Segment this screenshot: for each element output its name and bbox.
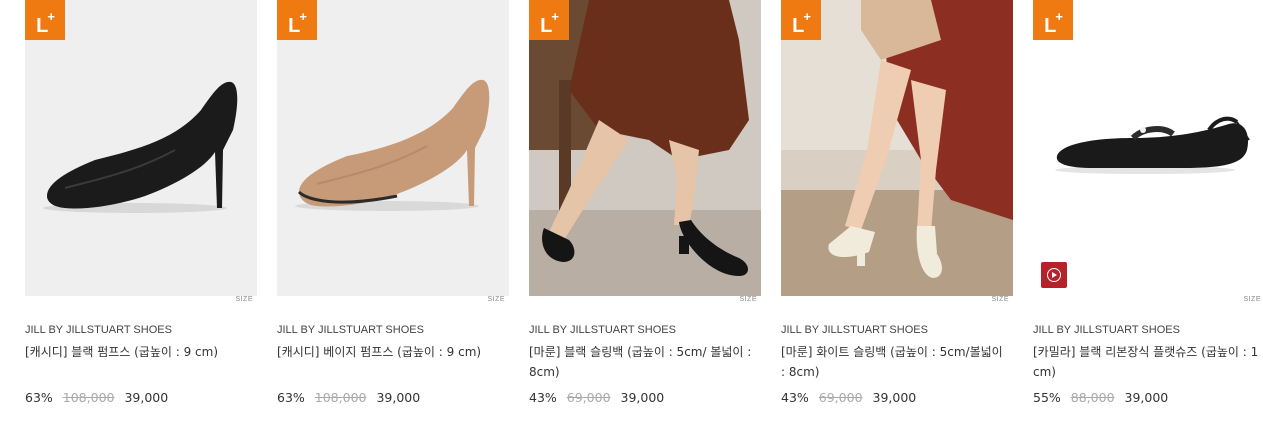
brand-name[interactable]: JILL BY JILLSTUART SHOES bbox=[277, 322, 509, 338]
white-slingback-model-image bbox=[781, 0, 1013, 296]
product-thumbnail[interactable]: L+ bbox=[277, 0, 509, 296]
black-slingback-model-image bbox=[529, 0, 761, 296]
lotte-plus-badge: L+ bbox=[529, 0, 569, 40]
sale-price: 39,000 bbox=[872, 390, 917, 405]
discount-rate: 43% bbox=[529, 390, 557, 405]
sale-price: 39,000 bbox=[376, 390, 421, 405]
price-row: 55% 88,000 39,000 bbox=[1033, 390, 1263, 406]
discount-rate: 63% bbox=[277, 390, 305, 405]
product-name[interactable]: [마룬] 화이트 슬링백 (굽높이 : 5cm/볼넓이 : 8cm) bbox=[781, 342, 1007, 382]
beige-pump-image bbox=[277, 0, 509, 296]
sale-price: 39,000 bbox=[124, 390, 169, 405]
brand-name[interactable]: JILL BY JILLSTUART SHOES bbox=[25, 322, 257, 338]
sale-price: 39,000 bbox=[1124, 390, 1169, 405]
product-card[interactable]: L+ SIZE JILL BY JILLSTUART SHOES [캐시디] 베… bbox=[277, 0, 509, 406]
brand-name[interactable]: JILL BY JILLSTUART SHOES bbox=[781, 322, 1013, 338]
product-thumbnail[interactable]: L+ bbox=[25, 0, 257, 296]
discount-rate: 43% bbox=[781, 390, 809, 405]
original-price: 108,000 bbox=[314, 390, 367, 405]
original-price: 69,000 bbox=[818, 390, 863, 405]
product-card[interactable]: L+ SIZE JILL BY JILLSTUART SHOES [카밀라] 블… bbox=[1033, 0, 1263, 406]
black-ribbon-flat-image bbox=[1033, 0, 1263, 296]
play-icon bbox=[1047, 268, 1061, 282]
original-price: 69,000 bbox=[566, 390, 611, 405]
product-grid: L+ SIZE JILL BY JILLSTUART SHOES [캐시디] 블… bbox=[0, 0, 1263, 434]
product-name[interactable]: [캐시디] 블랙 펌프스 (굽높이 : 9 cm) bbox=[25, 342, 251, 382]
price-row: 63% 108,000 39,000 bbox=[25, 390, 257, 406]
lotte-plus-badge: L+ bbox=[1033, 0, 1073, 40]
lotte-plus-badge: L+ bbox=[25, 0, 65, 40]
price-row: 63% 108,000 39,000 bbox=[277, 390, 509, 406]
price-row: 43% 69,000 39,000 bbox=[781, 390, 1013, 406]
brand-name[interactable]: JILL BY JILLSTUART SHOES bbox=[529, 322, 761, 338]
video-play-button[interactable] bbox=[1041, 262, 1067, 288]
brand-name[interactable]: JILL BY JILLSTUART SHOES bbox=[1033, 322, 1263, 338]
lotte-plus-badge: L+ bbox=[277, 0, 317, 40]
original-price: 108,000 bbox=[62, 390, 115, 405]
black-pump-image bbox=[25, 0, 257, 296]
discount-rate: 63% bbox=[25, 390, 53, 405]
product-name[interactable]: [마룬] 블랙 슬링백 (굽높이 : 5cm/ 볼넓이 : 8cm) bbox=[529, 342, 755, 382]
product-card[interactable]: L+ SIZE JILL BY JILLSTUART SHOES [캐시디] 블… bbox=[25, 0, 257, 406]
discount-rate: 55% bbox=[1033, 390, 1061, 405]
product-thumbnail[interactable]: L+ bbox=[781, 0, 1013, 296]
lotte-plus-badge: L+ bbox=[781, 0, 821, 40]
product-card[interactable]: L+ SIZE JILL BY JILLSTUART SHOES [마룬] 블랙… bbox=[529, 0, 761, 406]
sale-price: 39,000 bbox=[620, 390, 665, 405]
size-label: SIZE bbox=[991, 296, 1009, 303]
original-price: 88,000 bbox=[1070, 390, 1115, 405]
product-thumbnail[interactable]: L+ bbox=[1033, 0, 1263, 296]
price-row: 43% 69,000 39,000 bbox=[529, 390, 761, 406]
size-label: SIZE bbox=[487, 296, 505, 303]
size-label: SIZE bbox=[1243, 296, 1261, 303]
product-name[interactable]: [캐시디] 베이지 펌프스 (굽높이 : 9 cm) bbox=[277, 342, 503, 382]
product-name[interactable]: [카밀라] 블랙 리본장식 플랫슈즈 (굽높이 : 1 cm) bbox=[1033, 342, 1259, 382]
product-card[interactable]: L+ SIZE JILL BY JILLSTUART SHOES [마룬] 화이… bbox=[781, 0, 1013, 406]
size-label: SIZE bbox=[235, 296, 253, 303]
product-thumbnail[interactable]: L+ bbox=[529, 0, 761, 296]
size-label: SIZE bbox=[739, 296, 757, 303]
